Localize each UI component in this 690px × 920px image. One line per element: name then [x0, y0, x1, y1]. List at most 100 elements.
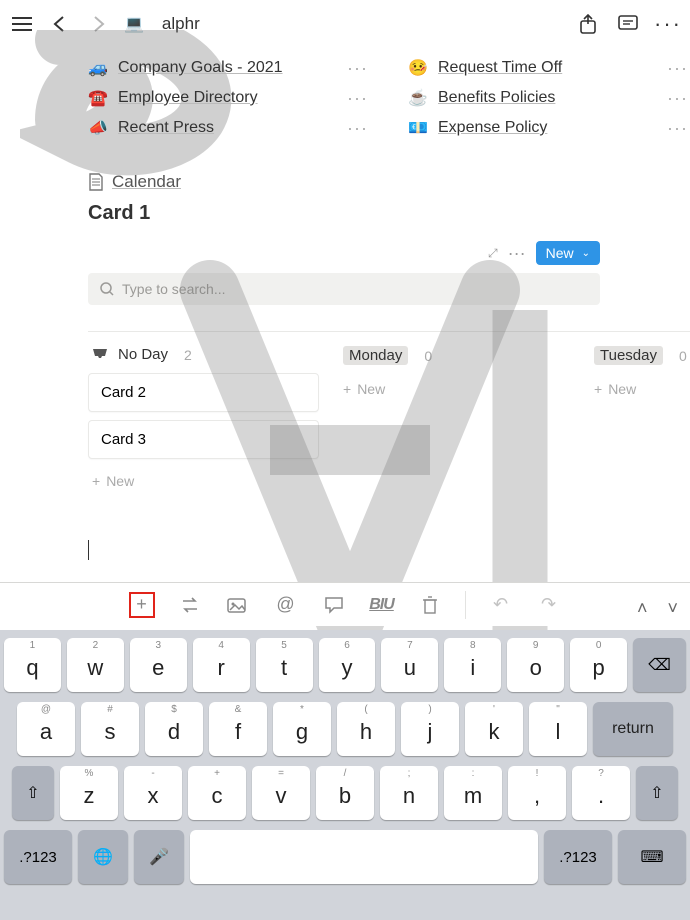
plus-icon: +	[594, 381, 602, 397]
key-globe[interactable]: 🌐	[78, 830, 128, 884]
key-q[interactable]: 1q	[4, 638, 61, 692]
column-header[interactable]: Tuesday 0	[590, 346, 690, 365]
column-header[interactable]: No Day 2	[88, 346, 319, 363]
link-emoji: 💶	[408, 118, 428, 138]
key-numbers[interactable]: .?123	[544, 830, 612, 884]
link-label: Company Goals - 2021	[118, 59, 283, 77]
board-card[interactable]: Card 3	[88, 420, 319, 459]
key-w[interactable]: 2w	[67, 638, 124, 692]
key-.[interactable]: ?.	[572, 766, 630, 820]
undo-icon[interactable]: ↶	[488, 592, 514, 618]
link-more-icon[interactable]: ···	[347, 88, 368, 109]
link-item[interactable]: ☕️Benefits Policies···	[408, 88, 648, 108]
plus-icon: +	[92, 473, 100, 489]
key-g[interactable]: *g	[273, 702, 331, 756]
link-more-icon[interactable]: ···	[347, 58, 368, 79]
key-c[interactable]: +c	[188, 766, 246, 820]
board-column: No Day 2 Card 2 Card 3 +New	[88, 346, 319, 495]
trash-icon[interactable]	[417, 592, 443, 618]
image-icon[interactable]	[225, 592, 251, 618]
link-item[interactable]: ☎️Employee Directory···	[88, 88, 328, 108]
key-shift[interactable]: ⇧	[636, 766, 678, 820]
editor-area[interactable]	[88, 540, 602, 560]
menu-icon[interactable]	[10, 12, 34, 36]
column-header[interactable]: Monday 0	[339, 346, 570, 365]
expand-icon[interactable]: ⤢	[488, 246, 498, 261]
format-button[interactable]: BIU	[369, 592, 395, 618]
key-backspace[interactable]: ⌫	[633, 638, 686, 692]
link-item[interactable]: 💶Expense Policy···	[408, 118, 648, 138]
link-more-icon[interactable]: ···	[667, 58, 688, 79]
link-more-icon[interactable]: ···	[667, 88, 688, 109]
card-title: Card 1	[88, 202, 690, 225]
link-label: Expense Policy	[438, 119, 547, 137]
back-icon[interactable]	[48, 12, 72, 36]
link-item[interactable]: 🤒Request Time Off···	[408, 58, 648, 78]
key-i[interactable]: 8i	[444, 638, 501, 692]
key-y[interactable]: 6y	[319, 638, 376, 692]
redo-icon[interactable]: ↷	[536, 592, 562, 618]
more-icon[interactable]: ···	[656, 12, 680, 36]
link-label: Employee Directory	[118, 89, 258, 107]
add-card-button[interactable]: +New	[590, 375, 690, 403]
key-r[interactable]: 4r	[193, 638, 250, 692]
key-x[interactable]: -x	[124, 766, 182, 820]
link-item[interactable]: 📣Recent Press···	[88, 118, 328, 138]
link-item[interactable]: 🚙Company Goals - 2021···	[88, 58, 328, 78]
onscreen-keyboard: ˄ ˅ 1q2w3e4r5t6y7u8i9o0p⌫ @a#s$d&f*g(h)j…	[0, 630, 690, 920]
key-v[interactable]: =v	[252, 766, 310, 820]
add-block-button[interactable]: +	[129, 592, 155, 618]
key-a[interactable]: @a	[17, 702, 75, 756]
new-button[interactable]: New⌄	[536, 241, 600, 265]
key-e[interactable]: 3e	[130, 638, 187, 692]
board-card[interactable]: Card 2	[88, 373, 319, 412]
transform-icon[interactable]	[177, 592, 203, 618]
comment-add-icon[interactable]	[321, 592, 347, 618]
link-emoji: ☎️	[88, 88, 108, 108]
key-z[interactable]: %z	[60, 766, 118, 820]
search-input[interactable]: Type to search...	[88, 273, 600, 305]
key-t[interactable]: 5t	[256, 638, 313, 692]
link-more-icon[interactable]: ···	[667, 118, 688, 139]
key-o[interactable]: 9o	[507, 638, 564, 692]
key-mic[interactable]: 🎤	[134, 830, 184, 884]
key-d[interactable]: $d	[145, 702, 203, 756]
key-l[interactable]: "l	[529, 702, 587, 756]
link-emoji: ☕️	[408, 88, 428, 108]
page-doc-icon	[88, 173, 104, 191]
keyboard-down-icon[interactable]: ˅	[667, 598, 678, 619]
key-h[interactable]: (h	[337, 702, 395, 756]
link-label: Recent Press	[118, 119, 214, 137]
page-title: alphr	[162, 14, 200, 34]
key-u[interactable]: 7u	[381, 638, 438, 692]
key-b[interactable]: /b	[316, 766, 374, 820]
calendar-label: Calendar	[112, 172, 181, 192]
key-k[interactable]: 'k	[465, 702, 523, 756]
search-icon	[100, 282, 114, 296]
key-m[interactable]: :m	[444, 766, 502, 820]
add-card-button[interactable]: +New	[88, 467, 319, 495]
mention-icon[interactable]: @	[273, 592, 299, 618]
board-more-icon[interactable]: ···	[508, 243, 526, 264]
key-space[interactable]	[190, 830, 538, 884]
text-cursor	[88, 540, 89, 560]
calendar-link[interactable]: Calendar ···	[88, 172, 690, 192]
key-j[interactable]: )j	[401, 702, 459, 756]
key-numbers[interactable]: .?123	[4, 830, 72, 884]
key-p[interactable]: 0p	[570, 638, 627, 692]
key-,[interactable]: !,	[508, 766, 566, 820]
key-return[interactable]: return	[593, 702, 673, 756]
share-icon[interactable]	[576, 12, 600, 36]
comment-icon[interactable]	[616, 12, 640, 36]
search-placeholder: Type to search...	[122, 281, 226, 297]
keyboard-up-icon[interactable]: ˄	[637, 598, 648, 619]
key-f[interactable]: &f	[209, 702, 267, 756]
key-hide-keyboard[interactable]: ⌨	[618, 830, 686, 884]
add-card-button[interactable]: +New	[339, 375, 570, 403]
link-column-right: 🤒Request Time Off··· ☕️Benefits Policies…	[408, 58, 648, 138]
link-more-icon[interactable]: ···	[347, 118, 368, 139]
key-s[interactable]: #s	[81, 702, 139, 756]
link-emoji: 📣	[88, 118, 108, 138]
key-n[interactable]: ;n	[380, 766, 438, 820]
key-shift[interactable]: ⇧	[12, 766, 54, 820]
